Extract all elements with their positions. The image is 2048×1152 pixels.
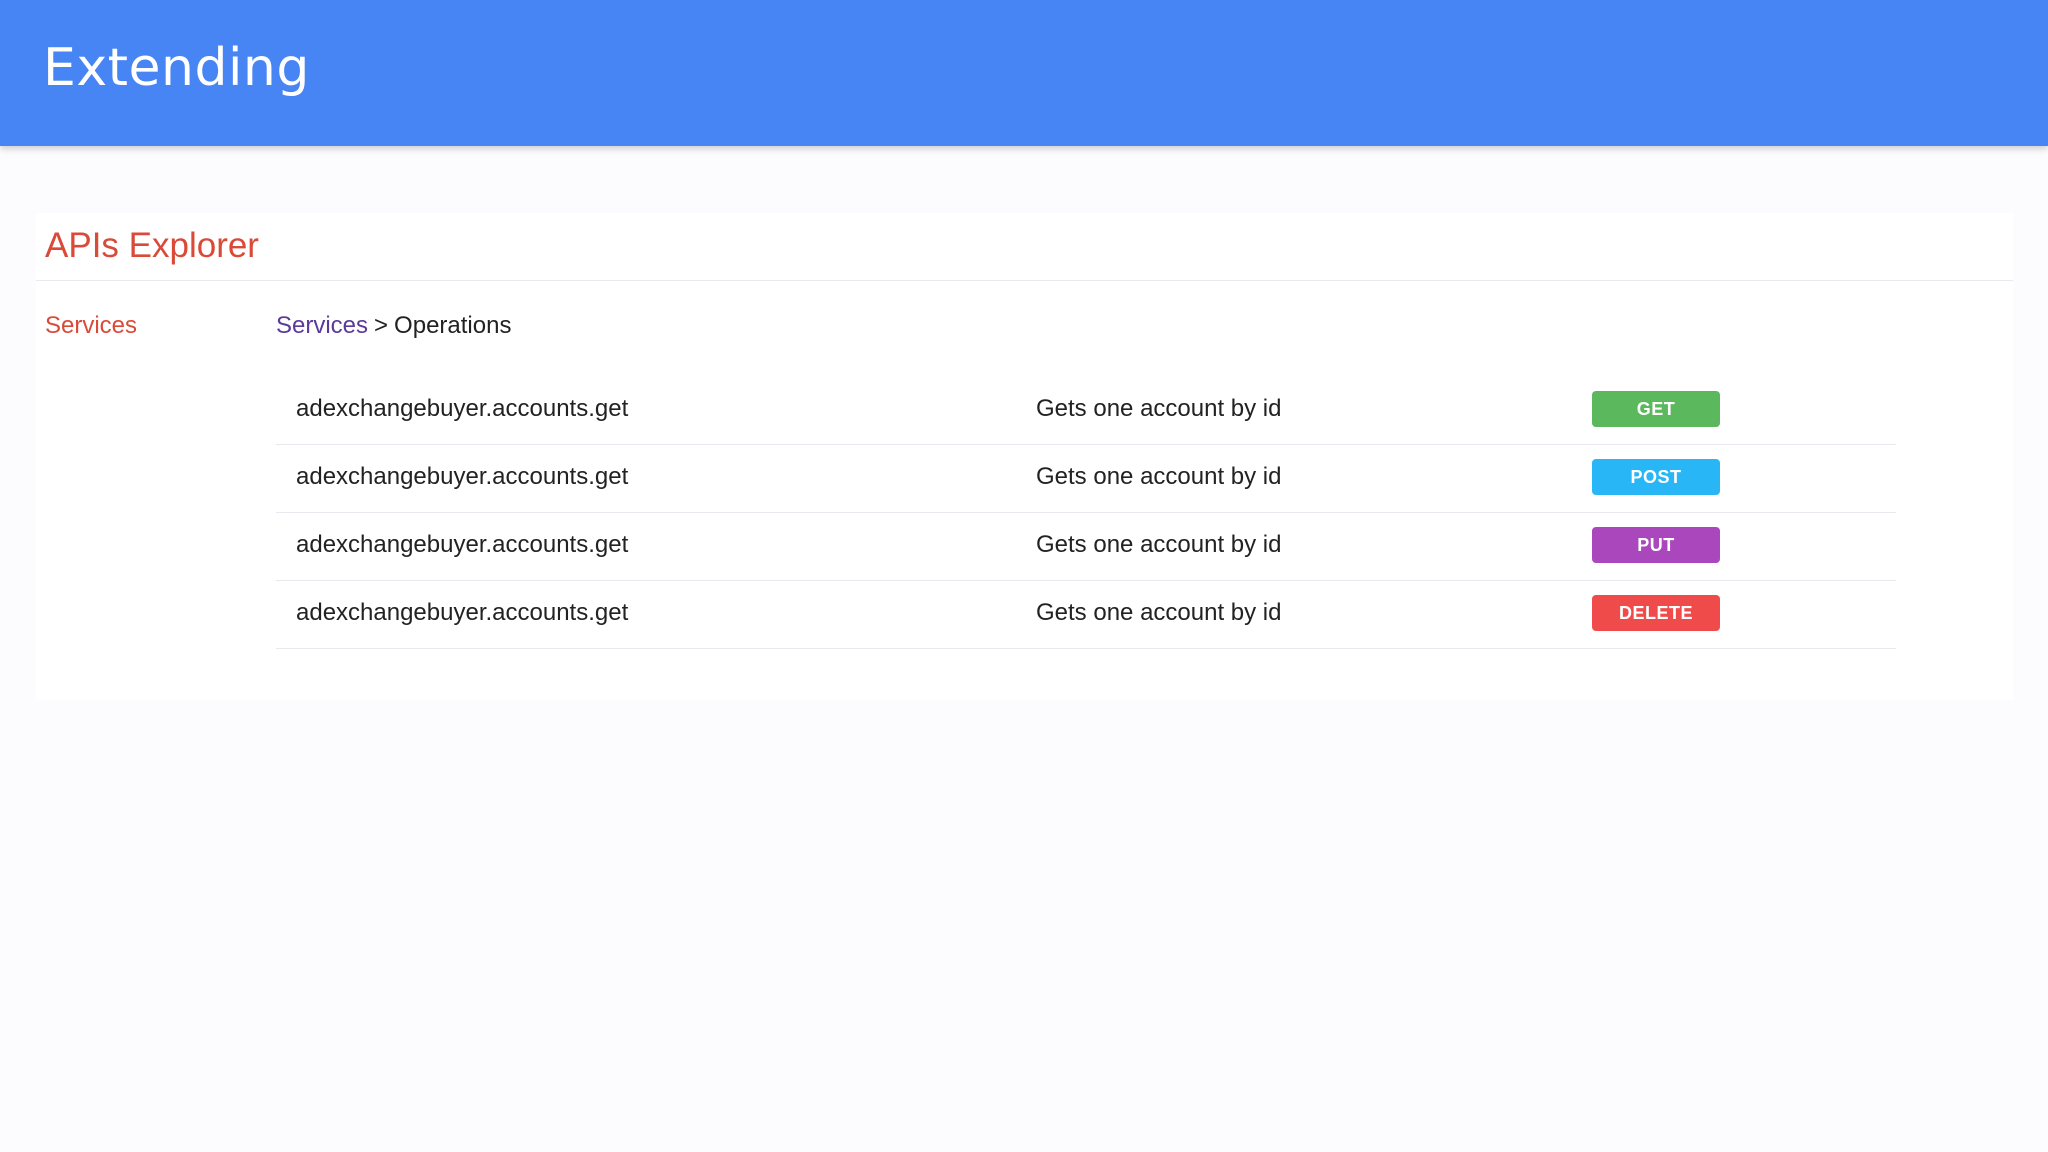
operation-name[interactable]: adexchangebuyer.accounts.get	[296, 463, 628, 491]
operation-name[interactable]: adexchangebuyer.accounts.get	[296, 395, 628, 423]
apis-explorer-title: APIs Explorer	[45, 226, 259, 265]
breadcrumb-services-link[interactable]: Services	[276, 312, 368, 339]
breadcrumb: Services > Operations	[276, 312, 511, 340]
operation-description: Gets one account by id	[1036, 531, 1282, 558]
operation-row-post[interactable]: adexchangebuyer.accounts.get Gets one ac…	[276, 445, 1896, 513]
operation-description: Gets one account by id	[1036, 599, 1282, 626]
operations-list: adexchangebuyer.accounts.get Gets one ac…	[276, 377, 1896, 649]
breadcrumb-current: Operations	[394, 312, 512, 339]
card-header: APIs Explorer	[36, 213, 2013, 281]
operation-name[interactable]: adexchangebuyer.accounts.get	[296, 599, 628, 627]
method-badge-put[interactable]: PUT	[1592, 527, 1720, 563]
apis-explorer-card: APIs Explorer Services Services > Operatio…	[36, 213, 2013, 700]
operation-row-delete[interactable]: adexchangebuyer.accounts.get Gets one ac…	[276, 581, 1896, 649]
breadcrumb-separator: >	[374, 312, 389, 339]
slide-title: Extending	[43, 38, 310, 98]
operation-description: Gets one account by id	[1036, 395, 1282, 422]
operation-description: Gets one account by id	[1036, 463, 1282, 490]
method-badge-get[interactable]: GET	[1592, 391, 1720, 427]
sidebar-services-link[interactable]: Services	[45, 312, 137, 340]
method-badge-delete[interactable]: DELETE	[1592, 595, 1720, 631]
top-app-bar: Extending	[0, 0, 2048, 146]
operation-row-get[interactable]: adexchangebuyer.accounts.get Gets one ac…	[276, 377, 1896, 445]
method-badge-post[interactable]: POST	[1592, 459, 1720, 495]
operation-name[interactable]: adexchangebuyer.accounts.get	[296, 531, 628, 559]
operation-row-put[interactable]: adexchangebuyer.accounts.get Gets one ac…	[276, 513, 1896, 581]
